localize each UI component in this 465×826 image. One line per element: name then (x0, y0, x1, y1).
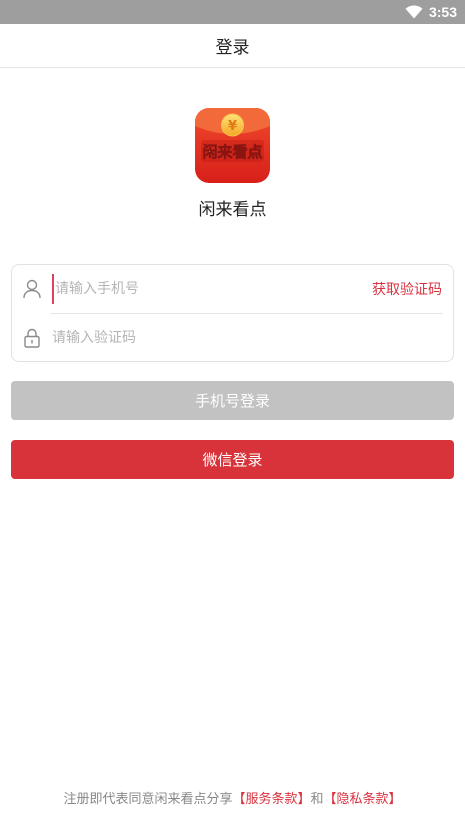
app-logo: ¥ 闲来看点 (195, 108, 270, 183)
terms-conjunction: 和 (310, 792, 324, 807)
app-name: 闲来看点 (198, 200, 267, 220)
privacy-terms-link[interactable]: 【隐私条款】 (324, 792, 402, 807)
title-bar: 登录 (0, 24, 465, 68)
status-time: 3:53 (428, 4, 457, 20)
get-code-button[interactable]: 获取验证码 (372, 279, 442, 299)
login-form: 获取验证码 (11, 264, 454, 362)
svg-text:¥: ¥ (228, 119, 237, 134)
phone-login-button[interactable]: 手机号登录 (11, 381, 454, 420)
code-row (12, 314, 453, 362)
logo-text: 闲来看点 (202, 143, 262, 161)
wechat-login-button[interactable]: 微信登录 (11, 440, 454, 479)
wifi-icon (405, 5, 423, 19)
code-input[interactable] (52, 323, 453, 353)
terms-prefix: 注册即代表同意闲来看点分享 (63, 792, 233, 807)
user-icon (23, 279, 41, 299)
terms-notice: 注册即代表同意闲来看点分享【服务条款】和【隐私条款】 (0, 788, 465, 807)
page-title: 登录 (215, 38, 250, 58)
phone-input[interactable] (52, 274, 372, 304)
lock-icon (24, 328, 40, 348)
service-terms-link[interactable]: 【服务条款】 (232, 792, 310, 807)
phone-row: 获取验证码 (12, 265, 453, 313)
status-bar: 3:53 (0, 0, 465, 24)
